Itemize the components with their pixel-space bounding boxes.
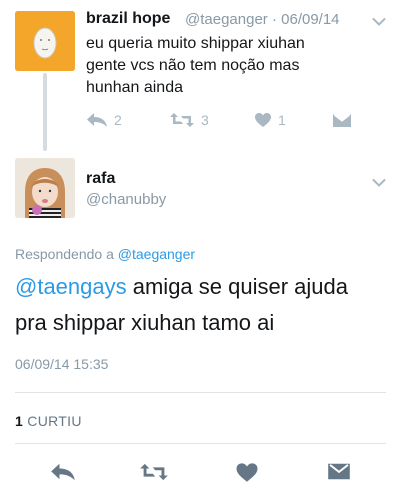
retweet-icon xyxy=(170,113,194,127)
reply-author-name[interactable]: rafa xyxy=(86,170,115,188)
retweet-button[interactable]: 3 xyxy=(169,112,209,128)
likes-count: 1 xyxy=(15,413,24,429)
retweet-button[interactable] xyxy=(139,462,169,484)
replying-to-mention[interactable]: @taeganger xyxy=(118,246,195,262)
tweet-text: eu queria muito shippar xiuhan gente vcs… xyxy=(86,33,371,99)
tweet-text-line: eu queria muito shippar xiuhan xyxy=(86,35,305,52)
retweet-count: 3 xyxy=(201,112,209,128)
replying-to: Respondendo a @taeganger xyxy=(15,246,195,262)
divider xyxy=(15,392,386,393)
avatar-rafa[interactable] xyxy=(15,158,75,218)
chevron-down-icon[interactable] xyxy=(372,175,386,193)
author-handle[interactable]: @taeganger xyxy=(185,11,268,28)
reply-author-handle[interactable]: @chanubby xyxy=(86,191,166,208)
reply-button[interactable]: 2 xyxy=(86,112,122,128)
dm-icon xyxy=(333,114,351,127)
author-name[interactable]: brazil hope xyxy=(86,10,170,28)
dm-button[interactable] xyxy=(332,113,352,133)
tweet-date[interactable]: 06/09/14 xyxy=(281,11,339,28)
like-button[interactable] xyxy=(235,462,261,484)
author-handle-date: @taeganger · 06/09/14 xyxy=(185,11,340,28)
dm-icon xyxy=(328,463,350,480)
mention-link[interactable]: @taengays xyxy=(15,274,127,299)
tweet-text-line: hunhan ainda xyxy=(86,79,183,96)
dm-button[interactable] xyxy=(327,462,353,484)
like-button[interactable]: 1 xyxy=(254,112,286,128)
thread-connector xyxy=(43,73,47,151)
reply-icon xyxy=(87,113,107,127)
reply-text-line: pra shippar xiuhan tamo ai xyxy=(15,310,275,335)
reply-text-line: @taengays amiga se quiser ajuda xyxy=(15,269,387,305)
tweet-text-line: gente vcs não tem noção mas xyxy=(86,57,300,74)
avatar-brazil-hope[interactable] xyxy=(15,11,75,71)
reply-tweet-text: @taengays amiga se quiser ajuda pra ship… xyxy=(15,269,387,341)
reply-timestamp[interactable]: 06/09/14 15:35 xyxy=(15,356,108,372)
heart-icon xyxy=(255,113,271,127)
divider xyxy=(15,443,386,444)
like-count: 1 xyxy=(278,112,286,128)
likes-summary[interactable]: 1 CURTIU xyxy=(15,413,82,429)
likes-label: CURTIU xyxy=(27,413,82,429)
chevron-down-icon[interactable] xyxy=(372,14,386,32)
reply-button[interactable] xyxy=(50,462,76,484)
retweet-icon xyxy=(140,463,168,481)
reply-text-rest: amiga se quiser ajuda xyxy=(132,274,348,299)
heart-icon xyxy=(236,463,258,482)
replying-prefix: Respondendo a xyxy=(15,246,114,262)
reply-icon xyxy=(51,463,75,481)
reply-count: 2 xyxy=(114,112,122,128)
